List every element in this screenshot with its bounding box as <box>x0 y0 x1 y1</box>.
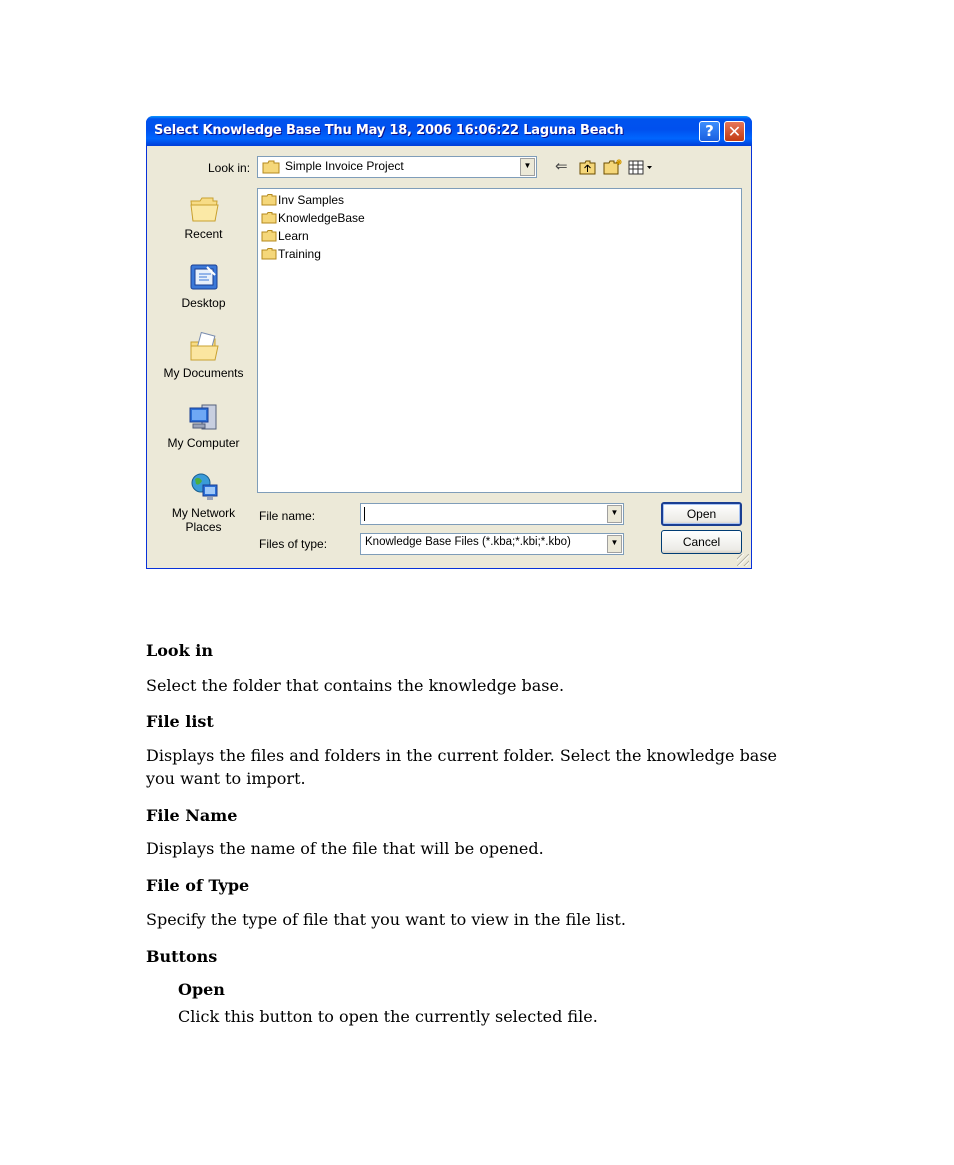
file-name: Inv Samples <box>278 193 345 207</box>
place-network[interactable]: My Network Places <box>157 472 250 534</box>
file-type-value: Knowledge Base Files (*.kba;*.kbi;*.kbo) <box>365 536 571 548</box>
file-name-label: File name: <box>259 509 316 523</box>
list-item[interactable]: KnowledgeBase <box>261 210 365 227</box>
resize-grip[interactable] <box>737 554 749 566</box>
look-in-value: Simple Invoice Project <box>285 159 404 173</box>
file-type-select[interactable]: Knowledge Base Files (*.kba;*.kbi;*.kbo)… <box>360 533 624 555</box>
body-look-in: Select the folder that contains the know… <box>146 676 565 695</box>
place-network-label: My Network Places <box>171 506 236 534</box>
up-folder-icon[interactable] <box>579 160 596 175</box>
file-list[interactable]: Inv Samples KnowledgeBase Learn Training <box>257 188 742 493</box>
place-desktop[interactable]: Desktop <box>157 262 250 310</box>
file-name-input[interactable]: ▼ <box>360 503 624 525</box>
heading-buttons: Buttons <box>146 947 218 966</box>
place-my-computer[interactable]: My Computer <box>157 402 250 450</box>
folder-icon <box>261 194 277 206</box>
file-name: KnowledgeBase <box>278 211 365 225</box>
cancel-button[interactable]: Cancel <box>661 530 742 554</box>
heading-file-of-type: File of Type <box>146 876 250 895</box>
heading-look-in: Look in <box>146 641 213 660</box>
recent-folder-icon <box>189 197 219 222</box>
my-computer-icon <box>189 404 216 430</box>
file-name-dropdown-arrow[interactable]: ▼ <box>607 505 622 523</box>
place-recent-label: Recent <box>184 227 223 241</box>
view-menu-icon[interactable] <box>628 160 654 175</box>
heading-open: Open <box>178 980 225 999</box>
place-desktop-label: Desktop <box>181 296 226 310</box>
new-folder-icon[interactable] <box>603 158 623 175</box>
look-in-label: Look in: <box>208 161 251 175</box>
place-my-documents-label: My Documents <box>163 366 244 380</box>
folder-icon <box>261 230 277 242</box>
dialog-title: Select Knowledge Base Thu May 18, 2006 1… <box>154 123 624 138</box>
open-button[interactable]: Open <box>661 502 742 526</box>
folder-icon <box>261 248 277 260</box>
body-open: Click this button to open the currently … <box>178 1007 598 1026</box>
file-name: Training <box>278 247 321 261</box>
heading-file-list: File list <box>146 712 214 731</box>
title-bar[interactable]: Select Knowledge Base Thu May 18, 2006 1… <box>146 116 752 146</box>
look-in-combo[interactable]: Simple Invoice Project ▼ <box>257 156 537 178</box>
look-in-dropdown-arrow[interactable]: ▼ <box>520 158 535 176</box>
file-type-label: Files of type: <box>259 537 328 551</box>
body-file-name: Displays the name of the file that will … <box>146 839 544 858</box>
folder-icon <box>261 212 277 224</box>
help-button[interactable]: ? <box>699 121 720 142</box>
list-item[interactable]: Training <box>261 246 321 263</box>
my-documents-icon <box>190 332 219 361</box>
back-arrow-icon[interactable]: ⇐ <box>555 158 568 176</box>
file-name: Learn <box>278 229 309 243</box>
select-knowledge-base-dialog: Select Knowledge Base Thu May 18, 2006 1… <box>146 116 752 569</box>
list-item[interactable]: Learn <box>261 228 309 245</box>
place-my-computer-label: My Computer <box>167 436 240 450</box>
network-places-icon <box>191 473 217 500</box>
folder-icon <box>262 160 280 174</box>
body-file-list: Displays the files and folders in the cu… <box>146 746 778 788</box>
place-recent[interactable]: Recent <box>157 193 250 241</box>
heading-file-name: File Name <box>146 806 238 825</box>
close-button[interactable]: ✕ <box>724 121 745 142</box>
text-cursor <box>364 507 365 521</box>
desktop-icon <box>190 264 217 290</box>
body-file-of-type: Specify the type of file that you want t… <box>146 910 626 929</box>
file-type-dropdown-arrow[interactable]: ▼ <box>607 535 622 553</box>
place-my-documents[interactable]: My Documents <box>157 332 250 380</box>
list-item[interactable]: Inv Samples <box>261 192 344 209</box>
